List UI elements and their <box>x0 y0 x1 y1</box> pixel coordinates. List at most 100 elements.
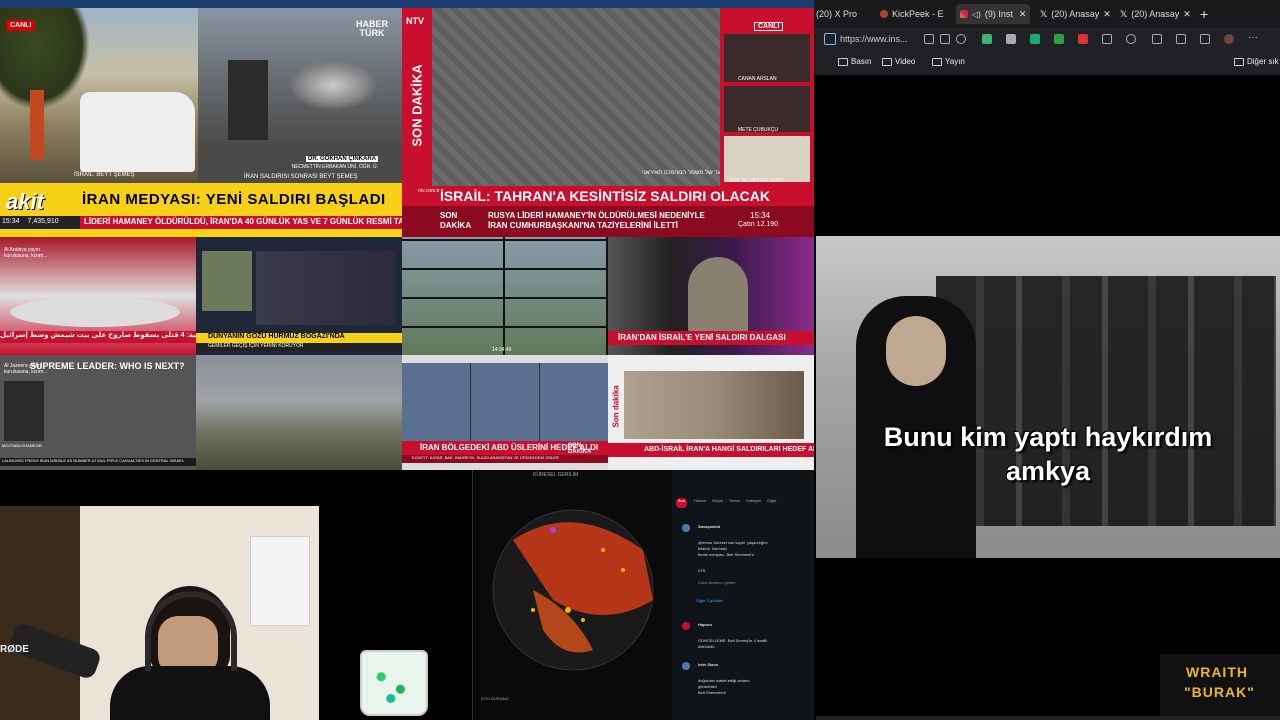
tv-panel-iran-saldiri: İRAN'DAN İSRAİL'E YENİ SALDIRI DALGASI <box>608 237 814 355</box>
akit-time: 15:34 7,435,910 <box>0 216 80 229</box>
ntv-time: 15:34 <box>750 211 771 220</box>
extension-icon[interactable] <box>1054 34 1064 44</box>
ntv-son: SON <box>440 211 458 220</box>
tv-panel-beyt-semes: CANLI İSRAİL: BEYT ŞEMEŞ <box>0 0 198 183</box>
post-tag[interactable]: #TS <box>698 568 705 573</box>
translate-icon[interactable] <box>1102 34 1112 44</box>
close-icon[interactable]: ✕ <box>1183 9 1191 20</box>
folder-icon <box>882 57 892 66</box>
bookmark-label: Video <box>895 57 916 66</box>
tab-x-home-1[interactable]: 𝕏 (20) Anasay ✕ <box>1040 4 1111 24</box>
tab-label: (20) X Pro <box>816 9 858 19</box>
map-screen <box>202 251 252 311</box>
bookmark-label: Yayın <box>945 57 965 66</box>
smoke-cloud <box>288 60 378 110</box>
wraith-burak-logo: WRAITH "BURAK" <box>1160 654 1280 720</box>
post-1[interactable]: Savaşankid @emnu 'küresel can kaybı' yaş… <box>676 522 812 603</box>
bookmark-video[interactable]: Video <box>882 57 915 66</box>
thermal-footage <box>432 8 720 186</box>
tv-panel-trt: İRAN BÖLGEDEKİ ABD ÜSLERİNİ HEDEF ALDI S… <box>402 355 608 470</box>
extension-icon[interactable] <box>1030 34 1040 44</box>
trt-grid <box>402 363 608 441</box>
post-user[interactable]: Haporu <box>698 622 712 627</box>
tab-x-home-2[interactable]: 𝕏 (20) Anasay ✕ <box>1120 4 1191 24</box>
feed-tab-haber[interactable]: Haber <box>729 498 740 508</box>
x-icon: 𝕏 <box>1120 8 1128 19</box>
dunya-sub: GEMİLER GEÇİŞ İÇİN YERİNİ KORUYOR <box>196 343 402 351</box>
instagram-video[interactable]: Bunu kim yaptı haykırdım amkya <box>816 236 1280 558</box>
host2-frame <box>724 86 810 132</box>
tab-label: (20) Anasay <box>1051 9 1100 19</box>
bookmark-label: Basın <box>851 57 872 66</box>
split-icon[interactable] <box>924 34 934 44</box>
feed-tabs: Ana Yükselt Büyük Haber Kategori Diğer <box>676 498 814 508</box>
tv-panel-aljazeera: Al Jazeera yayın kurulusuna, kısım... SU… <box>0 355 196 470</box>
favorite-star-icon[interactable] <box>956 34 966 44</box>
post-user[interactable]: Savaşankid <box>698 524 720 529</box>
door-frame <box>0 506 80 720</box>
feed-tab-buyuk[interactable]: Büyük <box>712 498 723 508</box>
feed-tab-ana[interactable]: Ana <box>676 498 688 508</box>
supreme-ticker: LAUNCHES FRESH IRAN MISSILE AS NUMBER AT… <box>0 458 196 466</box>
akit-headline: İRAN MEDYASI: YENİ SALDIRI BAŞLADI <box>82 191 386 208</box>
abd-headline: ABD-İSRAİL İRAN'A HANGİ SALDIRILARI HEDE… <box>608 443 814 457</box>
host2-name: METE ÇUBUKÇU <box>738 127 779 133</box>
cam-grid <box>402 237 608 355</box>
tab-x-pro[interactable]: (20) X Pro <box>816 4 857 24</box>
browser-window: (20) X Pro KickPeek - E ◁) (9) Inst ✕ 𝕏 … <box>814 0 1280 75</box>
trt-ticker: KUVEYT: KATAR, BAE, BAHREYN, SUUDİ ARABİ… <box>402 455 608 463</box>
ntv-weather: Çatın 12.190 <box>738 221 779 228</box>
post-user[interactable]: Intel Slava <box>698 662 718 667</box>
bookmark-label: Diğer sık <box>1247 57 1279 66</box>
cam-time: 14:34:49 <box>492 347 512 353</box>
back-icon[interactable] <box>824 33 836 45</box>
post-3[interactable]: Intel Slava doğrudan isabet ettiği anlar… <box>676 660 812 700</box>
tab-kickpeek[interactable]: KickPeek - E <box>880 4 944 24</box>
post-text: görüntüleri <box>698 684 717 689</box>
bookmark-yayin[interactable]: Yayın <box>932 57 965 66</box>
live-badge: CANLI <box>6 20 36 31</box>
akit-logo: akit <box>6 189 44 214</box>
new-tab-button[interactable]: + <box>1200 4 1208 24</box>
whiteboard <box>250 536 310 626</box>
more-posts-link[interactable]: Diğer 3 gönderi <box>696 598 723 603</box>
guest-name: DR. GÖKHAN ÇINKARA <box>306 156 378 162</box>
post-2[interactable]: Haporu GÜNCELLEME: Beit Şemeş'te 4 İsrai… <box>676 620 812 660</box>
supreme-headline: SUPREME LEADER: WHO IS NEXT? <box>30 361 185 371</box>
tab-label: (20) Anasay <box>1131 9 1180 19</box>
sidebar-icon[interactable] <box>1152 34 1162 44</box>
alarabiya-label: Al Arabiya yayın kurulusuna, kısım... <box>4 247 48 259</box>
tab-instagram[interactable]: ◁) (9) Inst ✕ <box>956 4 1031 24</box>
video-subtitle-1: Bunu kim yaptı haykırdım <box>883 422 1213 452</box>
toolbar-icons: ··· <box>924 32 1274 46</box>
profile-avatar[interactable] <box>1224 34 1234 44</box>
feed-tab-diger[interactable]: Diğer <box>767 498 777 508</box>
x-icon: 𝕏 <box>1040 8 1048 19</box>
extension-icon[interactable] <box>1006 34 1016 44</box>
ntv-ticker1: RUSYA LİDERİ HAMANEY'İN ÖLDÜRÜLMESİ NEDE… <box>488 211 705 220</box>
tension-map: KÜRESEL GERİLİM ETKİ DURUMU <box>472 470 672 720</box>
collections-icon[interactable] <box>1200 34 1210 44</box>
avatar <box>682 622 690 630</box>
menu-icon[interactable]: ··· <box>1248 32 1258 43</box>
bookmark-other[interactable]: Diğer sık <box>1234 57 1279 66</box>
map-header: KÜRESEL GERİLİM <box>533 472 579 478</box>
pen-icon[interactable] <box>1078 34 1088 44</box>
bookmark-basin[interactable]: Basın <box>838 57 871 66</box>
ntv-logo: NTV <box>406 16 424 26</box>
feed-tab-yukselt[interactable]: Yükselt <box>693 498 706 508</box>
feed-tab-kategori[interactable]: Kategori <box>746 498 761 508</box>
ntv-sidebar: NTV SON DAKİKA <box>402 8 432 188</box>
location-caption: İSRAİL: BEYT ŞEMEŞ <box>74 172 135 178</box>
map-footer: ETKİ DURUMU <box>481 696 509 701</box>
cleric-portrait <box>4 381 44 441</box>
close-icon[interactable]: ✕ <box>1019 9 1027 20</box>
close-icon[interactable]: ✕ <box>1103 9 1111 20</box>
refresh-icon[interactable] <box>1126 34 1136 44</box>
read-aloud-icon[interactable] <box>940 34 950 44</box>
favorites-icon[interactable] <box>1176 34 1186 44</box>
bottom-divider <box>816 716 1280 720</box>
show-more-link[interactable]: Daha fazlasını göster <box>698 580 736 585</box>
candy-jar <box>360 650 428 716</box>
extension-grid-icon[interactable] <box>982 34 992 44</box>
